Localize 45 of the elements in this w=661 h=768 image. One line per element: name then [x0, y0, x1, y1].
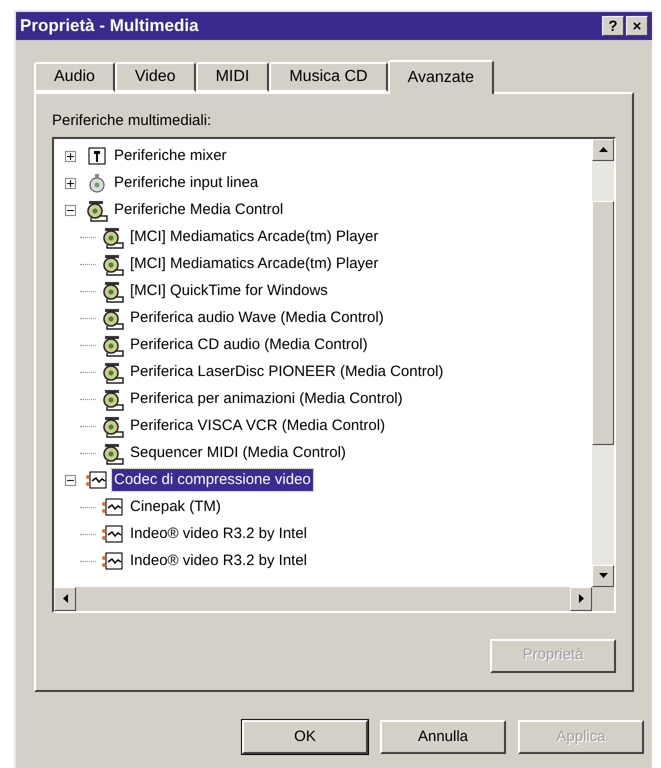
down-arrow-icon: [598, 573, 608, 578]
tree-item[interactable]: Periferiche Media Control: [112, 198, 286, 222]
tree-item[interactable]: Sequencer MIDI (Media Control): [128, 442, 348, 464]
tree-item[interactable]: Periferica per animazioni (Media Control): [128, 388, 405, 410]
dialog-button[interactable]: OK: [242, 720, 368, 754]
tree-item[interactable]: Periferica VISCA VCR (Media Control): [128, 414, 388, 438]
codec-icon: [85, 469, 109, 491]
expand-toggle[interactable]: [64, 178, 76, 188]
horizontal-scrollbar[interactable]: [54, 586, 592, 610]
tree-item[interactable]: Codec di compressione video: [112, 468, 313, 492]
tree-item[interactable]: [MCI] Mediamatics Arcade(tm) Player: [128, 226, 380, 248]
codec-icon: [101, 496, 125, 518]
tree-item[interactable]: [MCI] QuickTime for Windows: [128, 280, 330, 302]
vertical-scrollbar[interactable]: [592, 138, 614, 586]
collapse-toggle[interactable]: [64, 474, 76, 486]
plus-icon: [66, 180, 74, 186]
tree-item[interactable]: Periferica LaserDisc PIONEER (Media Control): [128, 360, 446, 384]
scrollbar-corner: [592, 586, 614, 610]
tree-item[interactable]: Periferiche input linea: [112, 172, 260, 194]
codec-icon: [101, 523, 125, 545]
tab[interactable]: MIDI: [196, 62, 270, 92]
tree-item[interactable]: [MCI] Mediamatics Arcade(tm) Player: [128, 252, 380, 276]
tab[interactable]: Audio: [34, 62, 115, 92]
tab[interactable]: Avanzate: [388, 60, 494, 94]
tree-item[interactable]: Periferica audio Wave (Media Control): [128, 306, 386, 330]
close-button[interactable]: ×: [626, 16, 648, 36]
tree-item[interactable]: Indeo® video R3.2 by Intel: [128, 550, 309, 572]
right-arrow-icon: [578, 594, 584, 603]
plus-icon: [66, 152, 74, 160]
codec-icon: [101, 550, 125, 572]
tab[interactable]: Musica CD: [269, 62, 388, 92]
collapse-toggle[interactable]: [64, 204, 76, 216]
help-button[interactable]: ?: [602, 16, 624, 36]
tree-item[interactable]: Cinepak (TM): [128, 496, 223, 518]
tree-item[interactable]: Periferica CD audio (Media Control): [128, 334, 370, 356]
tree-item[interactable]: Periferiche mixer: [112, 144, 229, 168]
mixer-icon: [86, 145, 108, 167]
tab[interactable]: Video: [114, 62, 196, 92]
tree-label: Periferiche multimediali:: [52, 111, 212, 131]
up-arrow-icon: [598, 147, 608, 152]
left-arrow-icon: [62, 594, 68, 603]
dialog-button[interactable]: Annulla: [380, 720, 506, 754]
tree-item[interactable]: Indeo® video R3.2 by Intel: [128, 522, 309, 546]
expand-toggle[interactable]: [64, 150, 76, 162]
window-title: Proprietà - Multimedia: [20, 15, 199, 38]
